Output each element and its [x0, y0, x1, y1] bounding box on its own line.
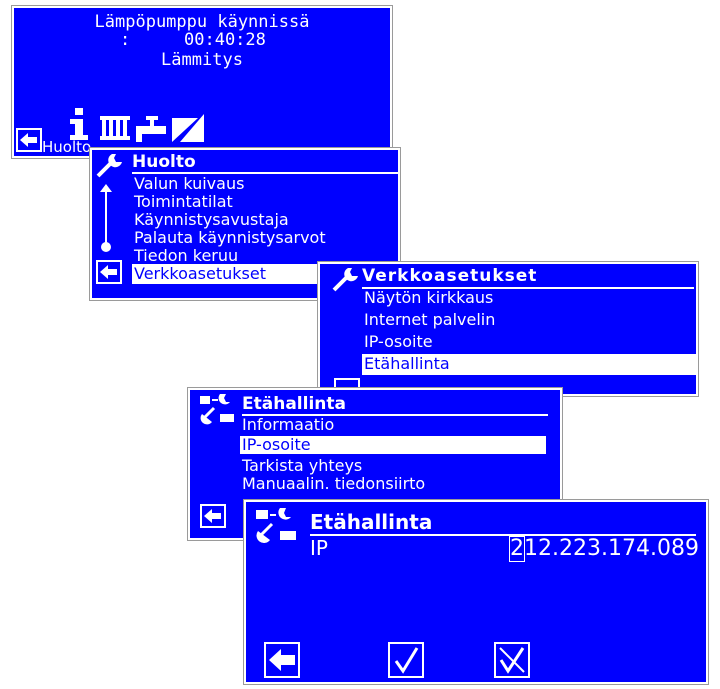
ip-address-input[interactable]: 212.223.174.089	[510, 536, 699, 561]
menu-item-internet-palvelin[interactable]: Internet palvelin	[364, 310, 495, 329]
bottom-label: Huolto	[42, 138, 92, 156]
page-title: Etähallinta	[242, 394, 346, 414]
timer-value: 00:40:28	[184, 30, 266, 50]
menu-item-palauta-kaynnistysarvot[interactable]: Palauta käynnistysarvot	[134, 228, 326, 247]
menu-item-nayton-kirkkaus[interactable]: Näytön kirkkaus	[364, 288, 493, 307]
status-line: Lämpöpumppu käynnissä	[94, 12, 310, 32]
menu-item-etahallinta[interactable]: Etähallinta	[362, 354, 696, 375]
wrench-icon	[96, 154, 122, 178]
back-button[interactable]	[264, 642, 300, 678]
cooling-icon[interactable]	[172, 112, 204, 144]
timer-label: :	[120, 30, 131, 50]
menu-item-tarkista-yhteys[interactable]: Tarkista yhteys	[242, 456, 362, 475]
page-title: Verkkoasetukset	[362, 266, 538, 286]
screen-verkkoasetukset: Verkkoasetukset Näytön kirkkaus Internet…	[317, 261, 699, 397]
mode-label: Lämmitys	[161, 50, 243, 70]
text-cursor	[509, 536, 525, 562]
radiator-icon[interactable]	[100, 116, 130, 142]
menu-item-tiedon-keruu[interactable]: Tiedon keruu	[134, 246, 238, 265]
menu-item-ip-osoite[interactable]: IP-osoite	[240, 435, 546, 454]
menu-item-ip-osoite-label: IP-osoite	[242, 435, 311, 454]
menu-item-etahallinta-label: Etähallinta	[364, 354, 450, 373]
page-title: Etähallinta	[310, 510, 433, 534]
scrollbar[interactable]	[98, 184, 114, 254]
cancel-button[interactable]	[494, 642, 530, 678]
confirm-button[interactable]	[388, 642, 424, 678]
page-title: Huolto	[132, 152, 196, 172]
menu-item-valun-kuivaus[interactable]: Valun kuivaus	[134, 174, 244, 193]
menu-item-manuaalin-tiedonsiirto[interactable]: Manuaalin. tiedonsiirto	[242, 474, 425, 493]
ip-label: IP	[310, 536, 328, 560]
menu-item-verkkoasetukset-label: Verkkoasetukset	[134, 264, 266, 283]
menu-item-toimintatilat[interactable]: Toimintatilat	[134, 192, 233, 211]
back-button[interactable]	[200, 504, 226, 528]
menu-item-kaynnistysavustaja[interactable]: Käynnistysavustaja	[134, 210, 289, 229]
menu-item-ip-osoite[interactable]: IP-osoite	[364, 332, 433, 351]
back-button[interactable]	[16, 128, 42, 152]
back-button[interactable]	[96, 260, 122, 284]
network-wrench-icon	[200, 394, 234, 425]
tap-water-icon[interactable]	[136, 116, 166, 142]
screen-ip-edit: Etähallinta IP 212.223.174.089	[243, 499, 709, 685]
wrench-icon	[332, 268, 358, 292]
screen-status: Lämpöpumppu käynnissä : 00:40:28 Lämmity…	[11, 5, 393, 159]
menu-item-informaatio[interactable]: Informaatio	[242, 415, 334, 434]
network-wrench-icon	[256, 508, 296, 543]
